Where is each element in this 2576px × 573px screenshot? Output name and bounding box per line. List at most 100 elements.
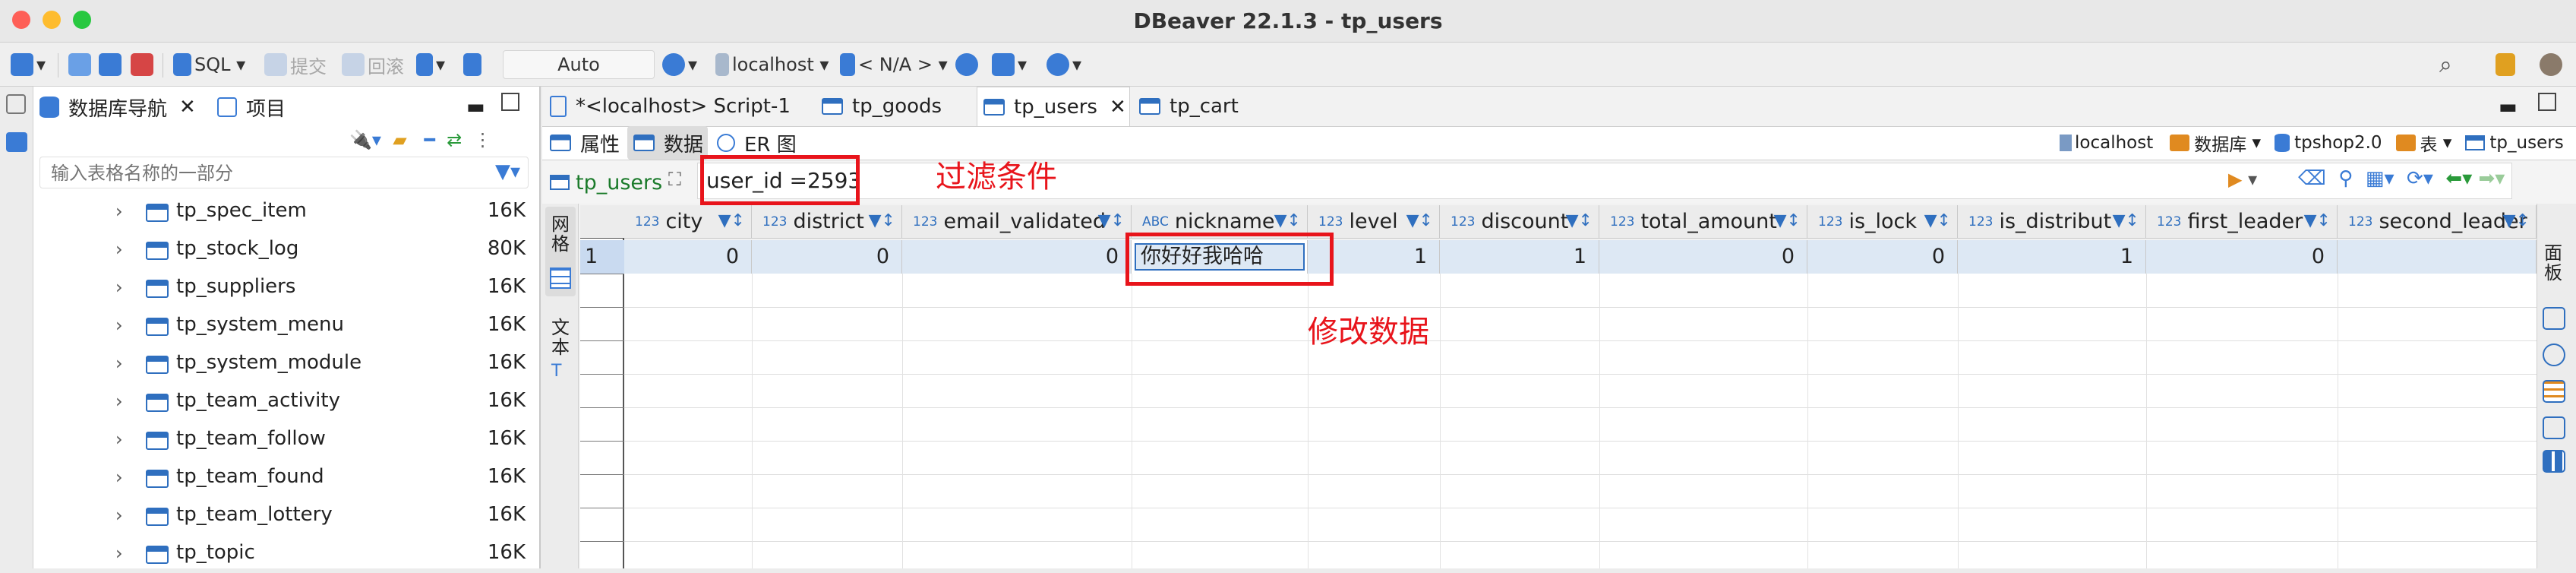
- cell-is-lock[interactable]: 0: [1807, 240, 1958, 274]
- more-icon[interactable]: ⋮: [474, 129, 492, 150]
- column-filter-icon[interactable]: ▼↕: [2113, 211, 2139, 230]
- metadata-icon[interactable]: [2543, 343, 2565, 366]
- datasource-selector[interactable]: localhost ▾: [715, 50, 829, 79]
- tab-text-view[interactable]: 文本 T: [545, 312, 576, 395]
- tree-item-tp-system-module[interactable]: › tp_system_module 16K: [33, 345, 541, 383]
- tab-script-1[interactable]: *<localhost> Script-1: [544, 87, 813, 126]
- expand-icon[interactable]: ›: [115, 391, 123, 412]
- column-header-first-leader[interactable]: 123 first_leader ▼↕: [2146, 205, 2338, 239]
- close-icon[interactable]: ✕: [1110, 96, 1126, 119]
- transaction-mode-field[interactable]: Auto: [503, 50, 655, 79]
- cell-city[interactable]: 0: [624, 240, 752, 274]
- tools-button[interactable]: ▾: [992, 50, 1027, 79]
- tab-projects[interactable]: 项目: [217, 88, 339, 126]
- breadcrumb-database[interactable]: tpshop2.0: [2294, 133, 2382, 153]
- tab-tp-users[interactable]: tp_users ✕: [977, 87, 1130, 126]
- column-filter-icon[interactable]: ▼↕: [1774, 211, 1801, 230]
- value-viewer-icon[interactable]: [2543, 307, 2565, 330]
- global-search-button[interactable]: ⌕: [2439, 50, 2452, 79]
- grid-corner[interactable]: [580, 205, 624, 239]
- tree-item-tp-team-lottery[interactable]: › tp_team_lottery 16K: [33, 497, 541, 535]
- column-filter-icon[interactable]: ▼↕: [869, 211, 895, 230]
- tree-item-tp-topic[interactable]: › tp_topic 16K: [33, 535, 541, 573]
- tab-tp-cart[interactable]: tp_cart: [1133, 87, 1285, 126]
- filter-settings-icon[interactable]: ⚲: [2338, 167, 2353, 190]
- maximize-panel-button[interactable]: [501, 93, 519, 111]
- rollback-button[interactable]: 回滚: [342, 50, 404, 79]
- column-header-total-amount[interactable]: 123 total_amount ▼↕: [1599, 205, 1807, 239]
- column-header-is-distribut[interactable]: 123 is_distribut ▼↕: [1958, 205, 2146, 239]
- sql-editor-button[interactable]: SQL ▾: [173, 50, 245, 79]
- navigator-actions[interactable]: 🔌▾ ▰ ━ ⇄ ⋮: [349, 129, 492, 150]
- tree-item-tp-team-follow[interactable]: › tp_team_follow 16K: [33, 421, 541, 459]
- minimize-panel-button[interactable]: ▬: [466, 96, 485, 119]
- tab-panels[interactable]: 面板: [2544, 243, 2565, 283]
- column-header-discount[interactable]: 123 discount ▼↕: [1440, 205, 1599, 239]
- expand-icon[interactable]: ›: [115, 543, 123, 564]
- transaction-mode-menu[interactable]: ▾: [416, 50, 445, 79]
- breadcrumb-datasource[interactable]: localhost: [2075, 133, 2153, 153]
- cell-first-leader[interactable]: 0: [2146, 240, 2338, 274]
- column-header-district[interactable]: 123 district ▼↕: [752, 205, 902, 239]
- tab-data[interactable]: 数据: [627, 126, 708, 160]
- grouping-icon[interactable]: [2543, 450, 2565, 473]
- expand-icon[interactable]: ›: [115, 201, 123, 222]
- tab-tp-goods[interactable]: tp_goods: [816, 87, 975, 126]
- breadcrumb-table-label[interactable]: 表: [2420, 130, 2438, 156]
- cell-discount[interactable]: 1: [1440, 240, 1599, 274]
- column-filter-icon[interactable]: ▼↕: [1098, 211, 1125, 230]
- refresh-icon[interactable]: ⟳▾: [2407, 167, 2433, 190]
- calc-icon[interactable]: [2543, 380, 2565, 403]
- collapse-icon[interactable]: ━: [425, 129, 435, 150]
- filter-icon[interactable]: ▼▾: [495, 160, 520, 183]
- new-connection-icon[interactable]: 🔌▾: [349, 129, 381, 150]
- filter-actions[interactable]: ⌫ ⚲ ▦▾ ⟳▾ ⬅▾ ➡▾: [2298, 167, 2505, 190]
- column-filter-icon[interactable]: ▼↕: [718, 211, 745, 230]
- tab-grid-view[interactable]: 网格: [545, 207, 576, 296]
- row-number[interactable]: 1: [580, 240, 624, 274]
- dashboard-button[interactable]: [955, 50, 981, 79]
- tab-properties[interactable]: 属性: [544, 126, 624, 160]
- references-icon[interactable]: [2543, 416, 2565, 439]
- expand-icon[interactable]: ›: [115, 277, 123, 298]
- cell-is-distribut[interactable]: 1: [1958, 240, 2146, 274]
- breadcrumb-table[interactable]: tp_users: [2489, 133, 2563, 153]
- connect-button[interactable]: [68, 50, 94, 79]
- link-icon[interactable]: ⇄: [447, 129, 462, 150]
- expand-icon[interactable]: ›: [115, 315, 123, 336]
- expand-icon[interactable]: ›: [115, 505, 123, 526]
- maximize-editor-button[interactable]: [2538, 93, 2556, 111]
- cell-total-amount[interactable]: 0: [1599, 240, 1807, 274]
- cell-email-validated[interactable]: 0: [902, 240, 1132, 274]
- tree-item-tp-stock-log[interactable]: › tp_stock_log 80K: [33, 231, 541, 269]
- new-connection-button[interactable]: ▾: [11, 50, 46, 79]
- column-header-email-validated[interactable]: 123 email_validated ▼↕: [902, 205, 1132, 239]
- expand-icon[interactable]: ›: [115, 353, 123, 374]
- column-filter-icon[interactable]: ▼↕: [2503, 211, 2530, 230]
- tree-item-tp-system-menu[interactable]: › tp_system_menu 16K: [33, 307, 541, 345]
- restore-icon[interactable]: [6, 94, 26, 114]
- column-filter-icon[interactable]: ▼↕: [1406, 211, 1433, 230]
- commit-button[interactable]: 提交: [264, 50, 327, 79]
- column-header-city[interactable]: 123 city ▼↕: [624, 205, 752, 239]
- history-button[interactable]: ▾: [662, 50, 697, 79]
- perspective-button[interactable]: [2496, 50, 2518, 79]
- navigator-icon[interactable]: [6, 132, 27, 152]
- eraser-icon[interactable]: ⌫: [2298, 167, 2326, 190]
- minimize-editor-button[interactable]: ▬: [2499, 96, 2518, 119]
- column-filter-icon[interactable]: ▼↕: [1274, 211, 1301, 230]
- apply-filter-button[interactable]: ▶ ▾: [2228, 169, 2257, 190]
- breadcrumb-database-label[interactable]: 数据库: [2194, 130, 2246, 156]
- column-filter-icon[interactable]: ▼↕: [1566, 211, 1593, 230]
- grid-settings-icon[interactable]: ▦▾: [2366, 167, 2394, 190]
- column-header-second-leader[interactable]: 123 second_leader ▼↕: [2338, 205, 2537, 239]
- tree-item-tp-team-found[interactable]: › tp_team_found 16K: [33, 459, 541, 497]
- close-icon[interactable]: ✕: [179, 96, 196, 119]
- table-filter-input[interactable]: [51, 162, 476, 185]
- cell-second-leader[interactable]: [2338, 240, 2537, 274]
- disconnect-button[interactable]: [131, 50, 156, 79]
- tree-item-tp-spec-item[interactable]: › tp_spec_item 16K: [33, 193, 541, 231]
- search-button[interactable]: ▾: [1046, 50, 1081, 79]
- forward-icon[interactable]: ➡▾: [2479, 167, 2505, 190]
- expand-icon[interactable]: ›: [115, 467, 123, 488]
